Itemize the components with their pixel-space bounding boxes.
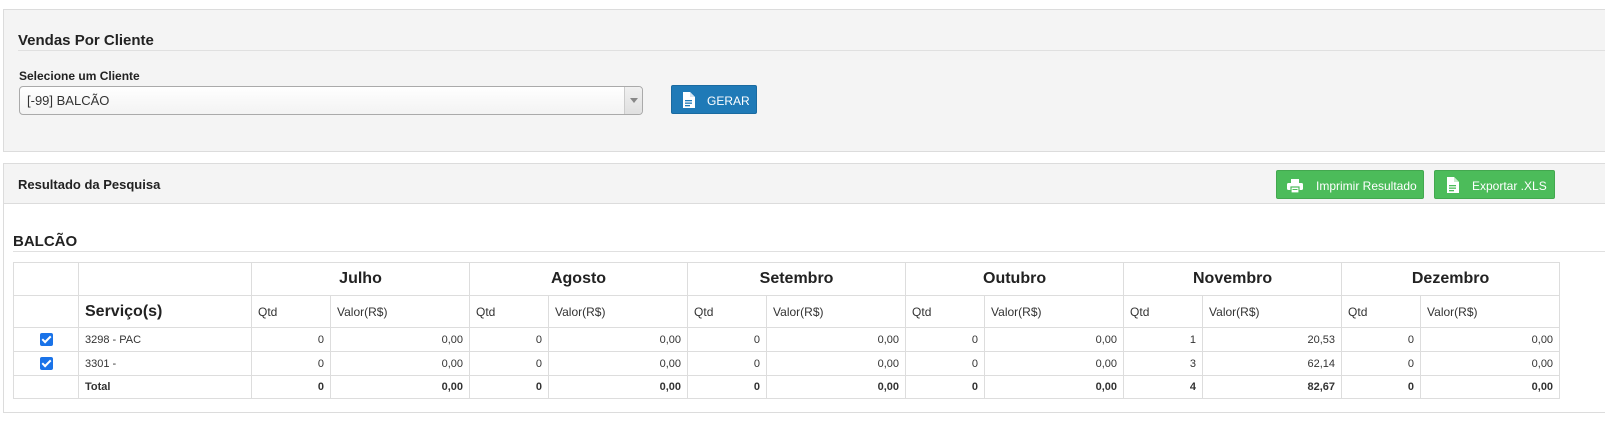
export-xls-label: Exportar .XLS [1472, 179, 1547, 193]
month-header-dezembro: Dezembro [1341, 262, 1561, 296]
value-header: Valor(R$) [766, 295, 907, 328]
qty-cell: 0 [687, 327, 768, 352]
search-panel: Vendas Por Cliente Selecione um Cliente … [3, 9, 1605, 152]
document-icon [1447, 177, 1459, 193]
month-header-novembro: Novembro [1123, 262, 1343, 296]
client-select-value: [-99] BALCÃO [27, 93, 110, 108]
row-checkbox[interactable] [39, 357, 53, 370]
document-icon [683, 92, 695, 108]
table-row: 3298 - PAC 0 0,00 0 0,00 0 0,00 0 0,00 1… [13, 327, 1561, 352]
empty-header-cell [13, 262, 79, 296]
qty-header: Qtd [905, 295, 986, 328]
service-cell: 3301 - [78, 351, 252, 376]
value-header: Valor(R$) [984, 295, 1125, 328]
sales-table: Julho Agosto Setembro Outubro Novembro D… [13, 262, 1561, 399]
total-value-cell: 0,00 [548, 375, 689, 399]
divider [18, 50, 1605, 51]
value-cell: 0,00 [1420, 351, 1561, 376]
row-checkbox-cell [13, 351, 79, 376]
print-result-label: Imprimir Resultado [1316, 179, 1417, 193]
total-value-cell: 0,00 [766, 375, 907, 399]
generate-button[interactable]: GERAR [671, 85, 757, 114]
client-select-label: Selecione um Cliente [19, 69, 140, 83]
qty-header: Qtd [1123, 295, 1204, 328]
total-row: Total 0 0,00 0 0,00 0 0,00 0 0,00 4 82,6… [13, 375, 1561, 399]
qty-header: Qtd [251, 295, 331, 328]
printer-icon [1287, 179, 1303, 193]
select-dropdown-toggle[interactable] [624, 87, 642, 114]
value-cell: 20,53 [1202, 327, 1343, 352]
month-header-outubro: Outubro [905, 262, 1125, 296]
total-label: Total [78, 375, 252, 399]
client-heading: BALCÃO [13, 233, 78, 250]
value-cell: 0,00 [329, 351, 471, 376]
value-cell: 62,14 [1202, 351, 1343, 376]
total-qty-cell: 4 [1123, 375, 1204, 399]
qty-cell: 1 [1123, 327, 1204, 352]
total-qty-cell: 0 [251, 375, 331, 399]
qty-cell: 3 [1123, 351, 1204, 376]
result-panel: Resultado da Pesquisa Imprimir Resultado… [3, 163, 1605, 413]
value-cell: 0,00 [766, 327, 907, 352]
value-header: Valor(R$) [1420, 295, 1561, 328]
qty-cell: 0 [905, 351, 986, 376]
value-header: Valor(R$) [1202, 295, 1343, 328]
result-title: Resultado da Pesquisa [18, 177, 161, 192]
service-cell: 3298 - PAC [78, 327, 252, 352]
month-header-row: Julho Agosto Setembro Outubro Novembro D… [13, 262, 1561, 296]
row-checkbox-cell [13, 327, 79, 352]
services-header: Serviço(s) [78, 295, 252, 328]
value-cell: 0,00 [329, 327, 471, 352]
total-qty-cell: 0 [905, 375, 986, 399]
qty-cell: 0 [469, 327, 550, 352]
total-qty-cell: 0 [1341, 375, 1422, 399]
qty-cell: 0 [905, 327, 986, 352]
divider [13, 251, 1605, 252]
month-header-setembro: Setembro [687, 262, 907, 296]
month-header-julho: Julho [250, 262, 471, 296]
qty-header: Qtd [1341, 295, 1422, 328]
total-value-cell: 82,67 [1202, 375, 1343, 399]
value-cell: 0,00 [1420, 327, 1561, 352]
value-header: Valor(R$) [329, 295, 471, 328]
print-result-button[interactable]: Imprimir Resultado [1276, 170, 1424, 199]
qty-cell: 0 [251, 327, 331, 352]
qty-header: Qtd [469, 295, 550, 328]
empty-header-cell [13, 295, 79, 328]
total-value-cell: 0,00 [329, 375, 471, 399]
column-header-row: Serviço(s) Qtd Valor(R$) Qtd Valor(R$) Q… [13, 295, 1561, 328]
value-cell: 0,00 [984, 351, 1125, 376]
qty-cell: 0 [251, 351, 331, 376]
value-header: Valor(R$) [548, 295, 689, 328]
qty-cell: 0 [687, 351, 768, 376]
value-cell: 0,00 [548, 351, 689, 376]
result-header: Resultado da Pesquisa Imprimir Resultado… [4, 164, 1605, 204]
month-header-agosto: Agosto [469, 262, 689, 296]
panel-title: Vendas Por Cliente [18, 32, 154, 49]
total-qty-cell: 0 [469, 375, 550, 399]
value-cell: 0,00 [984, 327, 1125, 352]
qty-header: Qtd [687, 295, 768, 328]
empty-cell [13, 375, 79, 399]
qty-cell: 0 [1341, 351, 1422, 376]
total-value-cell: 0,00 [1420, 375, 1561, 399]
row-checkbox[interactable] [39, 333, 53, 346]
total-qty-cell: 0 [687, 375, 768, 399]
total-value-cell: 0,00 [984, 375, 1125, 399]
export-xls-button[interactable]: Exportar .XLS [1434, 170, 1555, 199]
qty-cell: 0 [469, 351, 550, 376]
generate-button-label: GERAR [707, 94, 750, 108]
value-cell: 0,00 [548, 327, 689, 352]
table-row: 3301 - 0 0,00 0 0,00 0 0,00 0 0,00 3 62,… [13, 351, 1561, 376]
client-select[interactable]: [-99] BALCÃO [19, 86, 643, 115]
value-cell: 0,00 [766, 351, 907, 376]
chevron-down-icon [630, 98, 638, 103]
qty-cell: 0 [1341, 327, 1422, 352]
empty-header-cell [78, 262, 252, 296]
